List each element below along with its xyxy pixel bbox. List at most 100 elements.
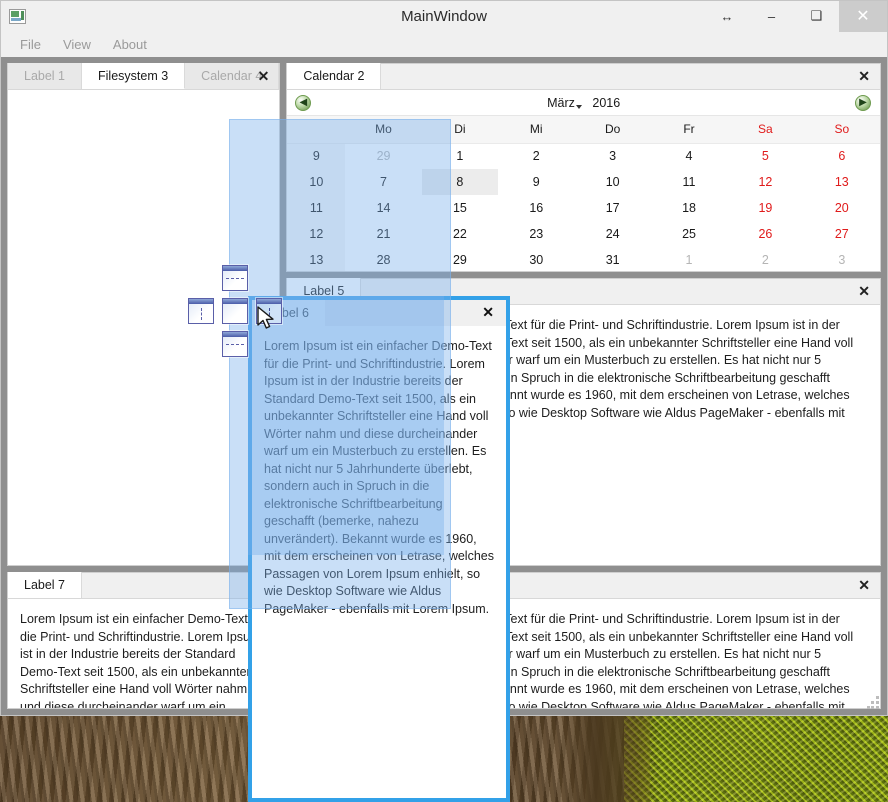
calendar-day-cell[interactable]: 19 — [727, 195, 804, 221]
calendar-day-cell[interactable]: 21 — [345, 221, 422, 247]
mouse-cursor-icon — [257, 306, 274, 329]
menu-item-about[interactable]: About — [104, 34, 156, 55]
calendar-week-number: 12 — [287, 221, 346, 247]
calendar-day-cell[interactable]: 13 — [803, 169, 881, 195]
calendar-navigation: ◀ März 2016 ▶ — [287, 90, 881, 116]
calendar-day-cell[interactable]: 30 — [498, 247, 575, 271]
label6-body: Lorem Ipsum ist ein einfacher Demo-Text … — [252, 326, 506, 798]
calendar-tabbar: Calendar 2 ✕ — [287, 63, 881, 90]
calendar-day-cell[interactable]: 2 — [727, 247, 804, 271]
label7-right-close-icon[interactable]: ✕ — [858, 577, 870, 593]
label6-text: Lorem Ipsum ist ein einfacher Demo-Text … — [264, 339, 494, 616]
filesystem-tabbar: Label 1 Filesystem 3 Calendar 4 ✕ — [8, 63, 280, 90]
tab-label-1[interactable]: Label 1 — [8, 63, 83, 89]
left-dock-column: Label 1 Filesystem 3 Calendar 4 ✕ Label … — [7, 63, 281, 709]
calendar-day-cell[interactable]: 10 — [574, 169, 651, 195]
calendar-day-cell[interactable]: 14 — [345, 195, 422, 221]
calendar-day-cell[interactable]: 23 — [498, 221, 575, 247]
calendar-week-row: 12 21 22 23 24 25 26 27 — [287, 221, 881, 247]
menu-bar: File View About — [1, 32, 887, 57]
calendar-day-cell[interactable]: 18 — [650, 195, 728, 221]
dock-guide-top-icon[interactable] — [222, 265, 248, 291]
menu-item-view[interactable]: View — [54, 34, 100, 55]
minimize-button[interactable]: – — [749, 1, 794, 32]
calendar-day-cell[interactable]: 28 — [345, 247, 422, 271]
label6-close-icon[interactable]: ✕ — [482, 304, 494, 321]
calendar-dayheader-mo: Mo — [345, 116, 422, 144]
calendar-day-cell[interactable]: 7 — [345, 169, 422, 195]
calendar-day-cell[interactable]: 4 — [650, 143, 728, 169]
label6-tabbar: Label 6 ✕ — [252, 300, 506, 326]
calendar-header-row: Mo Di Mi Do Fr Sa So — [287, 116, 881, 144]
label7-body: Lorem Ipsum ist ein einfacher Demo-Text … — [8, 599, 280, 708]
application-icon — [9, 9, 26, 24]
label7-tabbar: Label 7 — [8, 572, 280, 599]
calendar-dayheader-di: Di — [421, 116, 499, 144]
calendar-dayheader-so: So — [803, 116, 881, 144]
dock-guide-center-icon[interactable] — [222, 298, 248, 324]
tab-calendar-2[interactable]: Calendar 2 — [287, 63, 382, 89]
calendar-weeknumber-header — [287, 116, 346, 144]
calendar-grid[interactable]: Mo Di Mi Do Fr Sa So 9 29 1 2 3 4 5 6 10 7 8 9 10 11 12 13 11 1… — [287, 116, 881, 271]
calendar-day-cell[interactable]: 25 — [650, 221, 728, 247]
calendar-day-cell[interactable]: 9 — [498, 169, 575, 195]
calendar-dayheader-fr: Fr — [650, 116, 728, 144]
calendar-day-cell[interactable]: 24 — [574, 221, 651, 247]
calendar-week-row: 13 28 29 30 31 1 2 3 — [287, 247, 881, 271]
calendar-dayheader-sa: Sa — [727, 116, 804, 144]
calendar-week-number: 11 — [287, 195, 346, 221]
calendar-week-number: 13 — [287, 247, 346, 271]
panel-calendar-2: Calendar 2 ✕ ◀ März 2016 ▶ Mo Di Mi Do Fr Sa S… — [286, 63, 882, 272]
calendar-day-cell[interactable]: 15 — [421, 195, 499, 221]
filesystem-panel-close-icon[interactable]: ✕ — [258, 68, 270, 84]
calendar-day-cell[interactable]: 6 — [803, 143, 881, 169]
close-button[interactable]: ✕ — [839, 0, 887, 32]
calendar-dayheader-do: Do — [574, 116, 651, 144]
calendar-panel-close-icon[interactable]: ✕ — [858, 68, 870, 84]
calendar-month-label[interactable]: März — [547, 96, 575, 110]
tab-filesystem-3[interactable]: Filesystem 3 — [82, 63, 186, 89]
label7-text: Lorem Ipsum ist ein einfacher Demo-Text … — [20, 612, 266, 708]
calendar-day-cell[interactable]: 5 — [727, 143, 804, 169]
calendar-day-cell[interactable]: 22 — [421, 221, 499, 247]
panel-label-7: Label 7 Lorem Ipsum ist ein einfacher De… — [7, 572, 281, 709]
calendar-day-cell[interactable]: 12 — [727, 169, 804, 195]
maximize-button[interactable]: ❑ — [794, 1, 839, 32]
calendar-year-label[interactable]: 2016 — [592, 96, 620, 110]
calendar-week-row: 11 14 15 16 17 18 19 20 — [287, 195, 881, 221]
dock-guide-bottom-icon[interactable] — [222, 331, 248, 357]
label5-panel-close-icon[interactable]: ✕ — [858, 283, 870, 299]
calendar-weeks: 9 29 1 2 3 4 5 6 10 7 8 9 10 11 12 13 11 14 15 16 17 18 19 20 12… — [287, 143, 881, 271]
window-resize-grip[interactable] — [867, 696, 880, 709]
calendar-day-cell[interactable]: 11 — [650, 169, 728, 195]
calendar-day-cell[interactable]: 3 — [574, 143, 651, 169]
calendar-day-cell[interactable]: 2 — [498, 143, 575, 169]
calendar-week-number: 9 — [287, 143, 346, 169]
previous-month-icon[interactable]: ◀ — [295, 94, 312, 111]
calendar-day-cell[interactable]: 17 — [574, 195, 651, 221]
resize-arrows-icon[interactable]: ↔ — [705, 1, 749, 32]
calendar-day-cell[interactable]: 26 — [727, 221, 804, 247]
calendar-dayheader-mi: Mi — [498, 116, 575, 144]
dock-guide-left-icon[interactable] — [188, 298, 214, 324]
calendar-day-cell[interactable]: 8 — [421, 169, 499, 195]
calendar-day-cell[interactable]: 1 — [650, 247, 728, 271]
calendar-week-number: 10 — [287, 169, 346, 195]
menu-item-file[interactable]: File — [11, 34, 50, 55]
calendar-day-cell[interactable]: 29 — [345, 143, 422, 169]
tab-label-7[interactable]: Label 7 — [8, 572, 83, 598]
window-titlebar[interactable]: MainWindow ↔ – ❑ ✕ — [1, 0, 887, 32]
calendar-day-cell[interactable]: 27 — [803, 221, 881, 247]
calendar-week-row: 9 29 1 2 3 4 5 6 — [287, 143, 881, 169]
calendar-day-cell[interactable]: 29 — [421, 247, 499, 271]
calendar-body: ◀ März 2016 ▶ Mo Di Mi Do Fr Sa So 9 29 1 2 3 4 5 6 10… — [287, 90, 881, 271]
calendar-day-cell[interactable]: 20 — [803, 195, 881, 221]
calendar-week-row: 10 7 8 9 10 11 12 13 — [287, 169, 881, 195]
floating-dock-window-label-6[interactable]: Label 6 ✕ Lorem Ipsum ist ein einfacher … — [248, 296, 510, 802]
calendar-day-cell[interactable]: 3 — [803, 247, 881, 271]
next-month-icon[interactable]: ▶ — [855, 94, 872, 111]
calendar-day-cell[interactable]: 16 — [498, 195, 575, 221]
calendar-month-year: März 2016 — [287, 96, 880, 110]
calendar-day-cell[interactable]: 1 — [421, 143, 499, 169]
calendar-day-cell[interactable]: 31 — [574, 247, 651, 271]
